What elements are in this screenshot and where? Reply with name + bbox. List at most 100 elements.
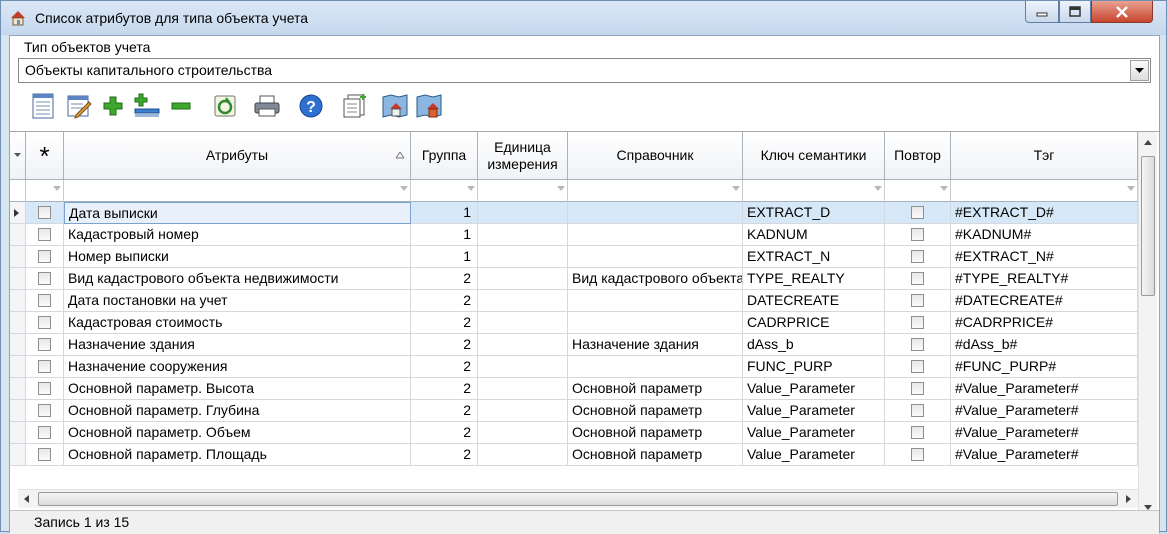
cell-group[interactable]: 2 [411,422,478,444]
cell-semantic-key[interactable]: EXTRACT_D [743,202,885,224]
cell-unit[interactable] [478,422,568,444]
cell-unit[interactable] [478,378,568,400]
cell-repeat[interactable] [885,246,951,268]
repeat-checkbox[interactable] [911,360,924,373]
cell-reference[interactable] [568,312,743,334]
cell-repeat[interactable] [885,356,951,378]
cell-semantic-key[interactable]: Value_Parameter [743,444,885,466]
filter-reference[interactable] [568,180,743,202]
row-checkbox[interactable] [38,382,51,395]
cell-attribute[interactable]: Назначение сооружения [64,356,411,378]
cell-reference[interactable]: Основной параметр [568,444,743,466]
row-select-checkbox[interactable] [26,400,64,422]
table-row[interactable]: Основной параметр. Глубина 2 Основной пара… [10,400,1138,422]
maximize-button[interactable] [1059,1,1091,23]
cell-tag[interactable]: #EXTRACT_D# [951,202,1138,224]
row-select-checkbox[interactable] [26,268,64,290]
cell-attribute[interactable]: Назначение здания [64,334,411,356]
column-header-attributes[interactable]: Атрибуты [64,132,411,180]
cell-repeat[interactable] [885,334,951,356]
table-row[interactable]: Назначение здания 2 Назначение здания dAss_… [10,334,1138,356]
cell-unit[interactable] [478,268,568,290]
copy-icon[interactable] [340,91,370,121]
repeat-checkbox[interactable] [911,426,924,439]
remove-icon[interactable] [166,91,196,121]
cell-repeat[interactable] [885,422,951,444]
cell-unit[interactable] [478,312,568,334]
cell-unit[interactable] [478,444,568,466]
cell-group[interactable]: 2 [411,268,478,290]
cell-unit[interactable] [478,246,568,268]
cell-semantic-key[interactable]: KADNUM [743,224,885,246]
row-checkbox[interactable] [38,294,51,307]
row-select-checkbox[interactable] [26,224,64,246]
cell-unit[interactable] [478,356,568,378]
vertical-scroll-thumb[interactable] [1141,156,1155,296]
add-group-icon[interactable] [132,91,162,121]
row-select-checkbox[interactable] [26,356,64,378]
table-row[interactable]: Дата постановки на учет 2 DATECREATE #DATEC… [10,290,1138,312]
cell-reference[interactable] [568,202,743,224]
cell-semantic-key[interactable]: FUNC_PURP [743,356,885,378]
cell-tag[interactable]: #Value_Parameter# [951,422,1138,444]
scroll-right-icon[interactable] [1126,495,1131,503]
cell-reference[interactable]: Основной параметр [568,400,743,422]
row-checkbox[interactable] [38,426,51,439]
cell-attribute[interactable]: Кадастровая стоимость [64,312,411,334]
column-header-repeat[interactable]: Повтор [885,132,951,180]
row-select-checkbox[interactable] [26,202,64,224]
cell-group[interactable]: 2 [411,444,478,466]
row-select-checkbox[interactable] [26,422,64,444]
cell-repeat[interactable] [885,378,951,400]
cell-tag[interactable]: #Value_Parameter# [951,444,1138,466]
cell-tag[interactable]: #DATECREATE# [951,290,1138,312]
cell-tag[interactable]: #KADNUM# [951,224,1138,246]
row-checkbox[interactable] [38,448,51,461]
row-checkbox[interactable] [38,228,51,241]
column-header-new-row[interactable]: * [26,132,64,180]
horizontal-scroll-thumb[interactable] [38,492,1118,506]
cell-tag[interactable]: #TYPE_REALTY# [951,268,1138,290]
row-checkbox[interactable] [38,360,51,373]
cell-tag[interactable]: #FUNC_PURP# [951,356,1138,378]
repeat-checkbox[interactable] [911,206,924,219]
horizontal-scrollbar[interactable] [18,489,1138,508]
scroll-up-icon[interactable] [1144,140,1152,145]
help-icon[interactable]: ? [296,91,326,121]
table-row[interactable]: Номер выписки 1 EXTRACT_N #EXTRACT_N# [10,246,1138,268]
cell-group[interactable]: 1 [411,246,478,268]
list-icon[interactable] [28,91,58,121]
cell-attribute[interactable]: Основной параметр. Площадь [64,444,411,466]
table-row[interactable]: Вид кадастрового объекта недвижимости 2 Ви… [10,268,1138,290]
cell-unit[interactable] [478,224,568,246]
cell-group[interactable]: 2 [411,378,478,400]
map-save-icon[interactable] [414,91,444,121]
cell-semantic-key[interactable]: Value_Parameter [743,422,885,444]
refresh-icon[interactable] [210,91,240,121]
row-menu-button[interactable] [10,132,26,180]
object-type-select[interactable]: Объекты капитального строительства [18,58,1151,83]
close-button[interactable] [1091,1,1153,23]
filter-semantic-key[interactable] [743,180,885,202]
edit-icon[interactable] [64,91,94,121]
table-row[interactable]: Дата выписки 1 EXTRACT_D #EXTRACT_D# [10,202,1138,224]
row-select-checkbox[interactable] [26,290,64,312]
cell-semantic-key[interactable]: TYPE_REALTY [743,268,885,290]
table-row[interactable]: Основной параметр. Площадь 2 Основной пара… [10,444,1138,466]
column-header-reference[interactable]: Справочник [568,132,743,180]
cell-attribute[interactable]: Кадастровый номер [64,224,411,246]
cell-reference[interactable]: Основной параметр [568,422,743,444]
cell-reference[interactable]: Назначение здания [568,334,743,356]
row-checkbox[interactable] [38,338,51,351]
cell-tag[interactable]: #CADRPRICE# [951,312,1138,334]
chevron-down-icon[interactable] [1130,60,1149,81]
cell-repeat[interactable] [885,400,951,422]
cell-attribute[interactable]: Дата постановки на учет [64,290,411,312]
cell-attribute[interactable]: Основной параметр. Глубина [64,400,411,422]
cell-semantic-key[interactable]: EXTRACT_N [743,246,885,268]
row-select-checkbox[interactable] [26,334,64,356]
cell-unit[interactable] [478,290,568,312]
scroll-left-icon[interactable] [24,495,29,503]
row-checkbox[interactable] [38,316,51,329]
table-row[interactable]: Кадастровый номер 1 KADNUM #KADNUM# [10,224,1138,246]
